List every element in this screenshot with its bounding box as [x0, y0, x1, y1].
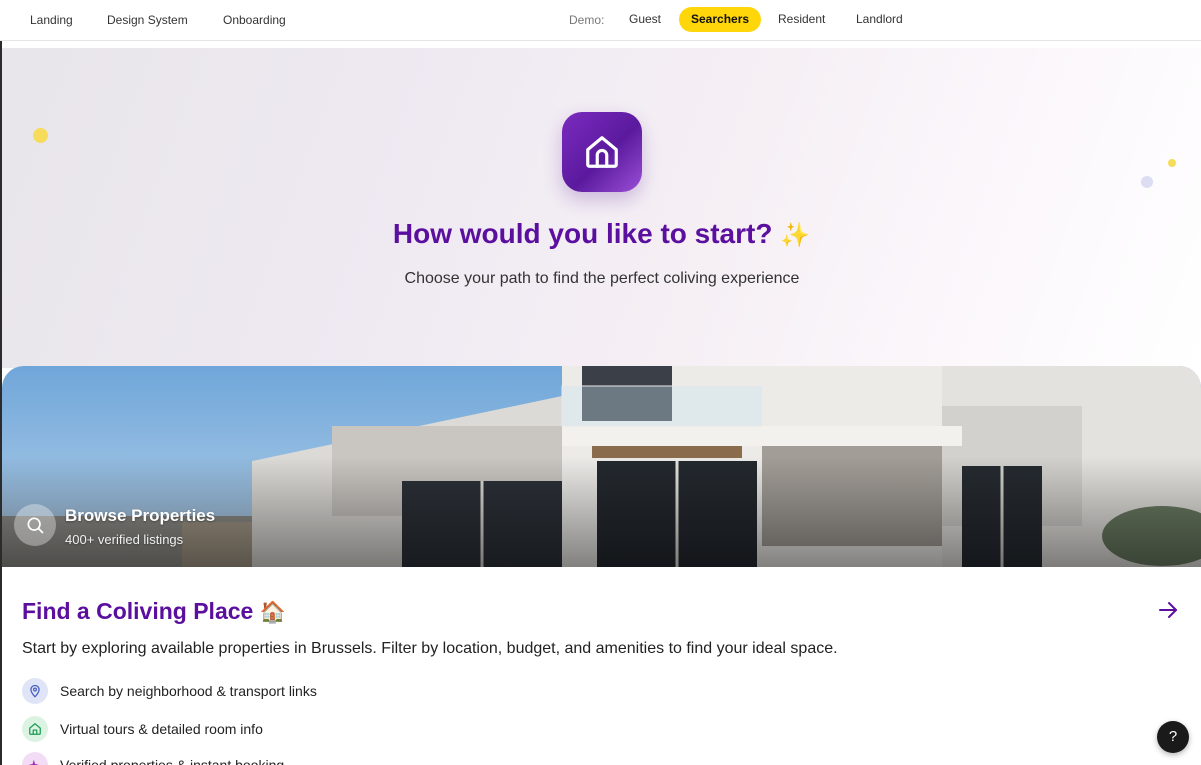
- home-icon: [562, 112, 642, 192]
- feature-text: Search by neighborhood & transport links: [60, 683, 317, 699]
- demo-pill-searchers[interactable]: Searchers: [679, 7, 762, 32]
- arrow-right-icon[interactable]: [1156, 598, 1180, 622]
- sparkle-emoji: ✨: [780, 222, 811, 249]
- home-icon: [22, 716, 48, 742]
- decor-dot-yellow: [33, 128, 48, 143]
- card-description: Start by exploring available properties …: [22, 640, 838, 657]
- nav-link-landing[interactable]: Landing: [30, 12, 73, 28]
- hero-title-text: How would you like to start?: [392, 218, 773, 249]
- demo-pill-landlord[interactable]: Landlord: [844, 7, 915, 32]
- card-title: Find a Coliving Place 🏠: [22, 596, 286, 628]
- demo-pill-guest[interactable]: Guest: [617, 7, 673, 32]
- decor-dot-yellow-small: [1168, 159, 1176, 167]
- house-emoji: 🏠: [259, 601, 286, 624]
- card-title-text: Find a Coliving Place: [22, 598, 254, 624]
- nav-link-onboarding[interactable]: Onboarding: [223, 12, 286, 28]
- map-pin-icon: [22, 678, 48, 704]
- top-navigation: Landing Design System Onboarding Demo: G…: [0, 0, 1201, 41]
- hero-section: How would you like to start? ✨ Choose yo…: [2, 48, 1201, 368]
- demo-pill-resident[interactable]: Resident: [766, 7, 837, 32]
- hero-title: How would you like to start? ✨: [2, 216, 1201, 254]
- browse-properties-card[interactable]: Browse Properties 400+ verified listings…: [2, 366, 1201, 765]
- feature-text: Verified properties & instant booking: [60, 757, 285, 765]
- decor-dot-lavender: [1141, 176, 1153, 188]
- help-button[interactable]: ?: [1157, 721, 1189, 753]
- demo-label: Demo:: [569, 13, 605, 27]
- hero-subtitle: Choose your path to find the perfect col…: [404, 270, 800, 287]
- nav-link-design-system[interactable]: Design System: [107, 12, 188, 28]
- search-icon: [14, 504, 56, 546]
- sparkle-icon: [22, 752, 48, 765]
- photo-subtitle: 400+ verified listings: [65, 532, 184, 547]
- feature-text: Virtual tours & detailed room info: [60, 721, 263, 737]
- photo-title: Browse Properties: [65, 506, 216, 525]
